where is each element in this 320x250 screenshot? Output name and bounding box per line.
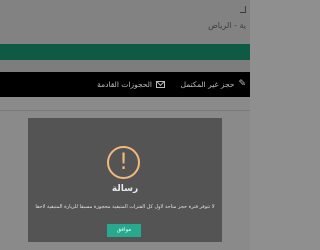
nav-item-label: الحجوزات القادمة — [97, 80, 152, 89]
band-gap — [0, 60, 250, 72]
navbar: ✎ حجز غير المكتمل الحجوزات القادمة — [0, 72, 250, 97]
header-mark — [240, 6, 246, 13]
exclamation-icon: ! — [107, 146, 140, 179]
page: ية - الرياض ✎ حجز غير المكتمل الحجوزات ا… — [0, 0, 250, 250]
nav-item-upcoming-bookings[interactable]: الحجوزات القادمة — [97, 72, 165, 97]
envelope-icon — [156, 81, 165, 88]
dialog-title: رسالة — [111, 184, 139, 194]
edit-icon: ✎ — [238, 79, 246, 89]
dialog-message: لا تتوفر فترة حجز متاحة لأول كل الفترات … — [35, 204, 215, 210]
nav-item-label: حجز غير المكتمل — [180, 80, 235, 89]
top-header: ية - الرياض — [0, 0, 250, 44]
nav-item-incomplete-booking[interactable]: ✎ حجز غير المكتمل — [181, 72, 246, 97]
content-divider — [0, 110, 250, 111]
ok-button[interactable]: موافق — [107, 224, 141, 237]
location-text: ية - الرياض — [208, 21, 246, 30]
brand-band — [0, 44, 250, 60]
